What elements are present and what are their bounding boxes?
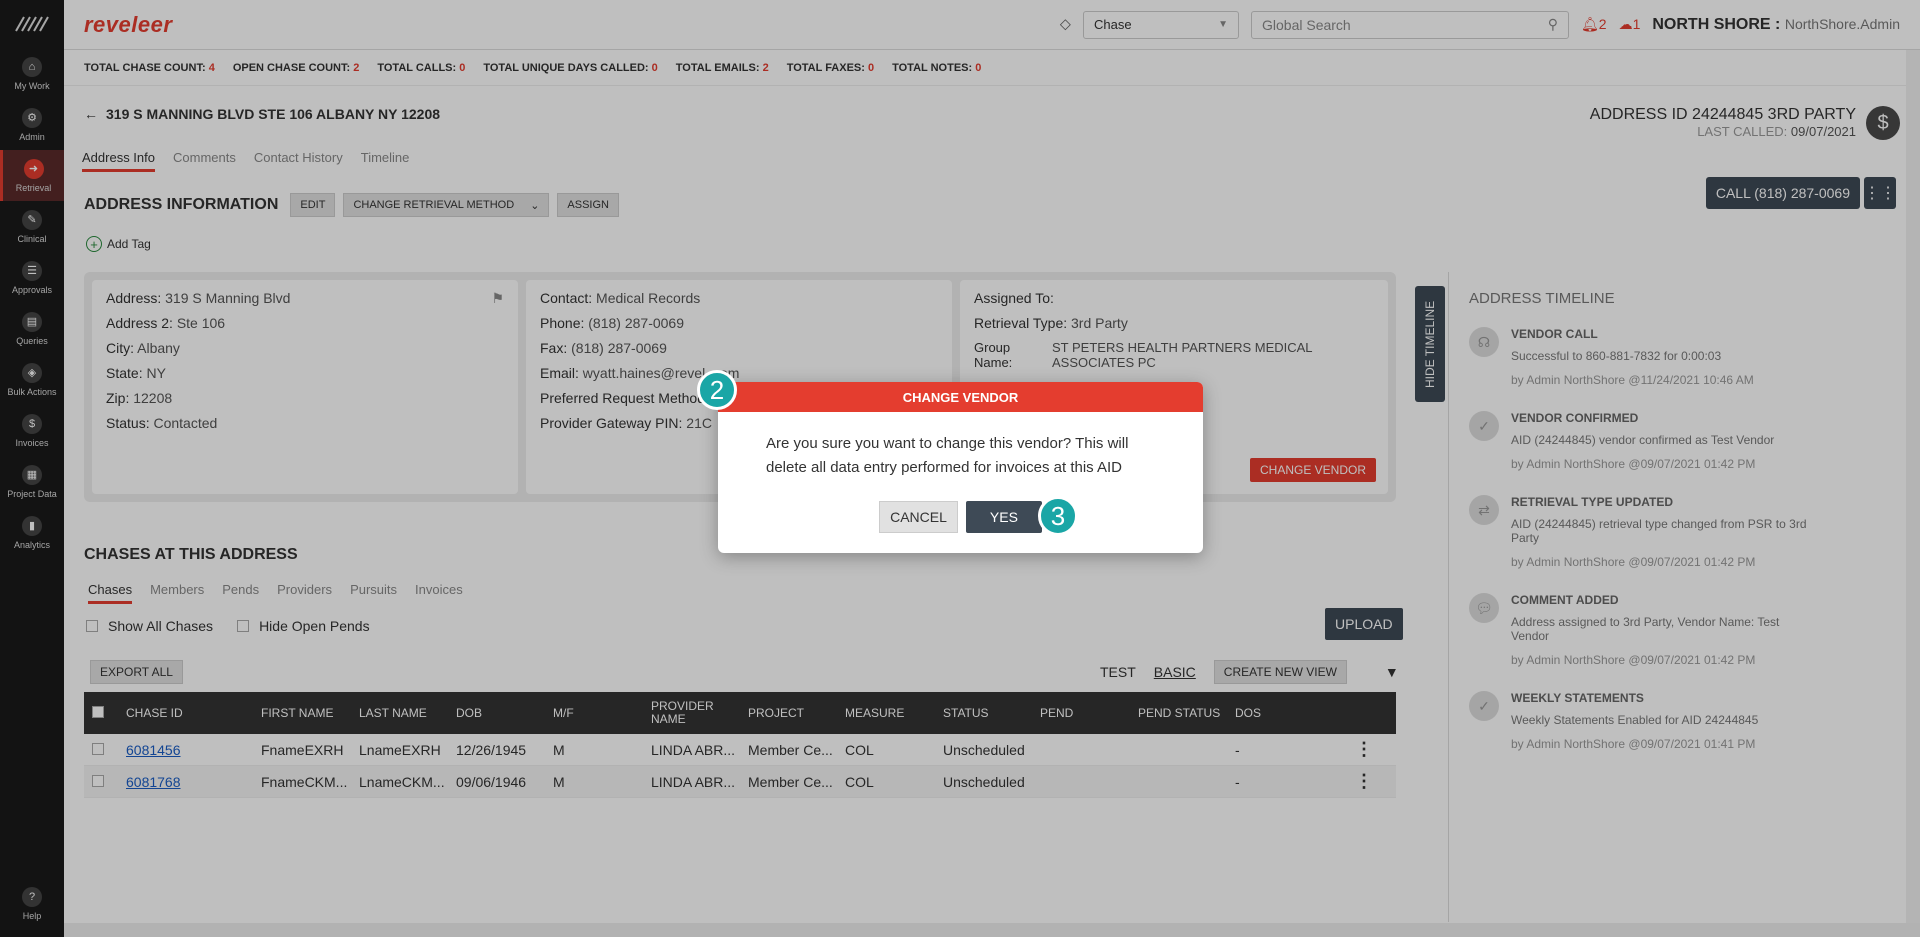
change-vendor-dialog: CHANGE VENDOR Are you sure you want to c… [718, 382, 1203, 553]
step-marker-2: 2 [697, 370, 737, 410]
step-marker-3: 3 [1038, 496, 1078, 536]
dialog-actions: CANCEL YES [718, 501, 1203, 533]
dialog-message: Are you sure you want to change this ven… [766, 435, 1129, 476]
yes-button[interactable]: YES [965, 501, 1042, 533]
cancel-button[interactable]: CANCEL [879, 501, 958, 533]
app: ⌂ My Work ⚙ Admin ➜ Retrieval ✎ Clinical ☰ Ap… [0, 0, 1920, 937]
dialog-title: CHANGE VENDOR [718, 382, 1203, 412]
